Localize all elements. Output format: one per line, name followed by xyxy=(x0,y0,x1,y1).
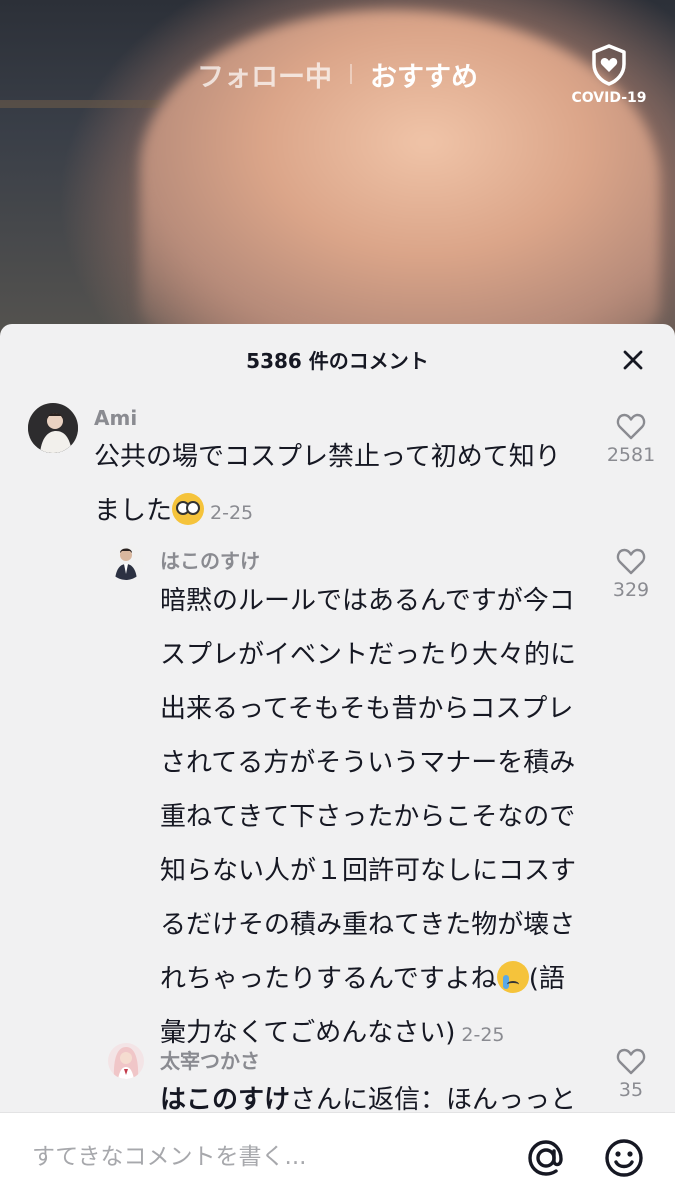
comment-input[interactable] xyxy=(32,1139,492,1175)
heart-outline-icon xyxy=(616,548,646,575)
comment-username[interactable]: 太宰つかさ xyxy=(160,1045,260,1074)
comment-line: 重ねてきて下さったからこそなので xyxy=(160,802,576,832)
comment-text: 公共の場でコスプレ禁止って初めて知り ました 2-25 xyxy=(94,430,594,540)
comment-line-text: 彙力なくてごめんなさい) xyxy=(160,1018,456,1048)
comment-line: 知らない人が１回許可なしにコスす xyxy=(160,856,577,886)
comment-line: れちゃったりするんですよね (語 xyxy=(160,952,610,1006)
comments-sheet: 5386 件のコメント Ami 公共の場でコスプレ禁止って初めて知り ました 2-… xyxy=(0,324,675,1200)
tab-for-you[interactable]: おすすめ xyxy=(370,55,478,94)
emoji-picker-icon[interactable] xyxy=(601,1135,647,1181)
comment-username[interactable]: Ami xyxy=(94,406,137,430)
comment-line-text: さんに返信：ほんっっと xyxy=(290,1085,577,1115)
like-count: 35 xyxy=(618,1079,644,1101)
shield-heart-icon xyxy=(592,44,626,86)
avatar[interactable] xyxy=(108,1043,144,1079)
comment-line: るだけその積み重ねてきた物が壊さ xyxy=(160,910,576,940)
comment-line-text: ました xyxy=(94,496,173,526)
comment-line: 暗黙のルールではあるんですが今コ xyxy=(160,586,575,616)
like-button[interactable]: 329 xyxy=(601,547,661,601)
comment-line-suffix: (語 xyxy=(528,964,565,994)
avatar[interactable] xyxy=(28,403,78,453)
comment-line: 出来るってそもそも昔からコスプレ xyxy=(160,694,574,724)
heart-outline-icon xyxy=(616,413,646,440)
covid-info-button[interactable]: COVID-19 xyxy=(569,44,649,114)
comment-input-bar xyxy=(0,1112,675,1200)
mention-icon[interactable] xyxy=(523,1135,569,1181)
like-button[interactable]: 35 xyxy=(601,1047,661,1101)
comments-header: 5386 件のコメント xyxy=(0,324,675,394)
crying-face-emoji xyxy=(496,961,529,993)
comment-line: 公共の場でコスプレ禁止って初めて知り xyxy=(94,442,561,472)
like-count: 329 xyxy=(612,579,650,601)
comment-line: スプレがイベントだったり大々的に xyxy=(160,640,577,670)
comment-text: 暗黙のルールではあるんですが今コ スプレがイベントだったり大々的に 出来るってそ… xyxy=(160,574,610,1062)
covid-label: COVID-19 xyxy=(571,90,647,106)
comment-date: 2-25 xyxy=(210,502,254,524)
reply-to-username[interactable]: はこのすけ xyxy=(160,1085,290,1115)
like-button[interactable]: 2581 xyxy=(601,412,661,466)
avatar[interactable] xyxy=(108,544,144,580)
comment-date: 2-25 xyxy=(461,1024,505,1046)
tab-following[interactable]: フォロー中 xyxy=(197,55,332,94)
comment-line: されてる方がそういうマナーを積み xyxy=(160,748,576,778)
comments-count-title: 5386 件のコメント xyxy=(246,348,429,373)
flushed-face-emoji xyxy=(172,493,205,525)
background-wall xyxy=(0,100,160,108)
comment-username[interactable]: はこのすけ xyxy=(160,545,260,574)
tab-divider xyxy=(350,64,352,84)
comment-line-text: れちゃったりするんですよね xyxy=(160,964,497,994)
heart-outline-icon xyxy=(616,1048,646,1075)
close-icon[interactable] xyxy=(621,348,645,372)
comment-line-last: ました 2-25 xyxy=(94,484,594,540)
like-count: 2581 xyxy=(606,444,656,466)
